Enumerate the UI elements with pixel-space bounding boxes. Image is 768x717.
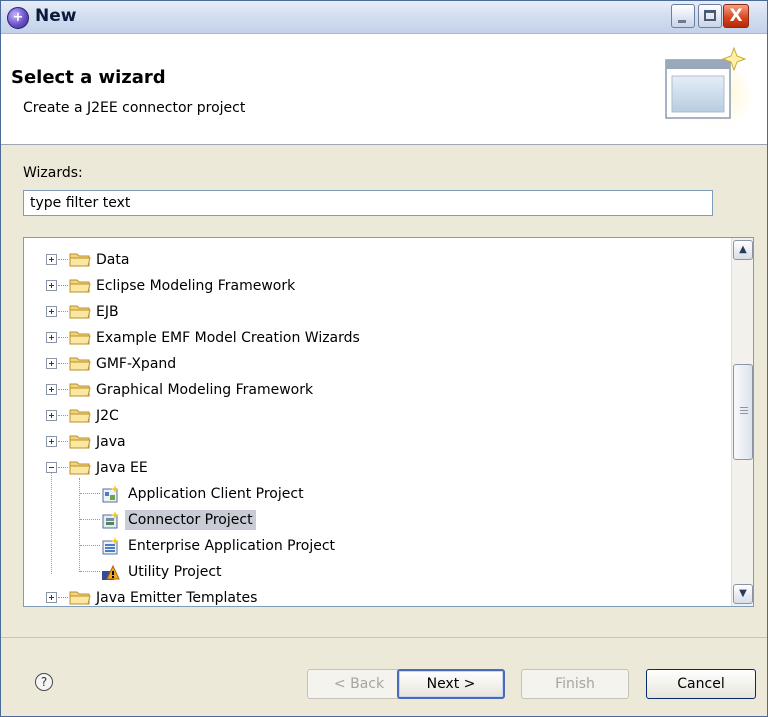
- tree-item-label: Connector Project: [125, 510, 256, 530]
- help-icon[interactable]: ?: [35, 673, 53, 691]
- tree-item-label: Utility Project: [128, 564, 222, 580]
- wizard-tree[interactable]: Data Eclipse Modeling Framework EJB Exam…: [23, 237, 754, 607]
- tree-item-label: Data: [96, 252, 130, 268]
- folder-icon: [69, 253, 91, 267]
- collapse-icon[interactable]: [46, 462, 57, 473]
- close-icon: X: [729, 6, 743, 26]
- tree-item-label: J2C: [96, 408, 119, 424]
- expand-icon[interactable]: [46, 306, 57, 317]
- tree-item-label: Java Emitter Templates: [96, 590, 258, 606]
- connector-project-icon: [102, 511, 119, 529]
- folder-icon: [69, 591, 91, 605]
- title-bar[interactable]: + New X: [1, 1, 767, 34]
- button-bar-separator: [1, 637, 767, 638]
- expand-icon[interactable]: [46, 592, 57, 603]
- scroll-up-button[interactable]: ▲: [733, 240, 753, 260]
- tree-item-example-emf-model-creation-wizards[interactable]: Example EMF Model Creation Wizards: [24, 326, 729, 350]
- tree-item-label: Enterprise Application Project: [128, 538, 336, 554]
- folder-icon: [69, 435, 91, 449]
- expand-icon[interactable]: [46, 384, 57, 395]
- tree-item-data[interactable]: Data: [24, 248, 729, 272]
- expand-icon[interactable]: [46, 436, 57, 447]
- wizard-header: Select a wizard Create a J2EE connector …: [1, 34, 767, 145]
- tree-item-java-ee[interactable]: Java EE: [24, 456, 729, 480]
- tree-item-java-emitter-templates[interactable]: Java Emitter Templates: [24, 586, 729, 606]
- minimize-button[interactable]: [671, 4, 695, 28]
- tree-item-java[interactable]: Java: [24, 430, 729, 454]
- tree-item-label: Graphical Modeling Framework: [96, 382, 314, 398]
- tree-item-label: GMF-Xpand: [96, 356, 177, 372]
- cancel-button[interactable]: Cancel: [646, 669, 756, 699]
- tree-item-label: Java EE: [96, 460, 148, 476]
- expand-icon[interactable]: [46, 410, 57, 421]
- finish-button[interactable]: Finish: [521, 669, 629, 699]
- next-button[interactable]: Next >: [397, 669, 505, 699]
- page-description: Create a J2EE connector project: [23, 100, 246, 116]
- tree-item-label: EJB: [96, 304, 119, 320]
- tree-vertical-scrollbar[interactable]: ▲ ▼: [731, 238, 753, 606]
- tree-item-application-client-project[interactable]: Application Client Project: [24, 482, 729, 506]
- new-wizard-dialog: + New X Select a wizard Create a J2EE co…: [0, 0, 768, 717]
- expand-icon[interactable]: [46, 358, 57, 369]
- back-button[interactable]: < Back: [307, 669, 411, 699]
- scroll-thumb[interactable]: [733, 364, 753, 460]
- grip-icon: [740, 407, 748, 415]
- expand-icon[interactable]: [46, 332, 57, 343]
- tree-item-j2c[interactable]: J2C: [24, 404, 729, 428]
- utility-project-icon: [102, 564, 120, 580]
- expand-icon[interactable]: [46, 280, 57, 291]
- tree-item-label: Eclipse Modeling Framework: [96, 278, 296, 294]
- tree-item-ejb[interactable]: EJB: [24, 300, 729, 324]
- tree-item-label: Application Client Project: [128, 486, 304, 502]
- tree-item-label: Example EMF Model Creation Wizards: [96, 330, 360, 346]
- maximize-button[interactable]: [698, 4, 722, 28]
- minimize-icon: [678, 20, 686, 23]
- window-title: New: [35, 6, 77, 26]
- application-client-project-icon: [102, 485, 119, 503]
- tree-item-enterprise-application-project[interactable]: Enterprise Application Project: [24, 534, 729, 558]
- wizard-filter-input[interactable]: [23, 190, 713, 216]
- close-button[interactable]: X: [723, 4, 749, 28]
- maximize-icon: [704, 10, 716, 21]
- enterprise-application-project-icon: [102, 537, 119, 555]
- expand-icon[interactable]: [46, 254, 57, 265]
- scroll-down-button[interactable]: ▼: [733, 584, 753, 604]
- tree-item-gmf-xpand[interactable]: GMF-Xpand: [24, 352, 729, 376]
- page-title: Select a wizard: [11, 67, 166, 88]
- folder-icon: [69, 279, 91, 293]
- tree-item-graphical-modeling-framework[interactable]: Graphical Modeling Framework: [24, 378, 729, 402]
- open-folder-icon: [69, 461, 91, 475]
- tree-item-connector-project[interactable]: Connector Project: [24, 508, 729, 532]
- folder-icon: [69, 331, 91, 345]
- folder-icon: [69, 305, 91, 319]
- folder-icon: [69, 383, 91, 397]
- folder-icon: [69, 357, 91, 371]
- tree-item-utility-project[interactable]: Utility Project: [24, 560, 729, 584]
- tree-item-label: Java: [96, 434, 126, 450]
- wizards-label: Wizards:: [23, 165, 83, 181]
- tree-item-eclipse-modeling-framework[interactable]: Eclipse Modeling Framework: [24, 274, 729, 298]
- folder-icon: [69, 409, 91, 423]
- eclipse-app-icon: +: [7, 7, 29, 29]
- new-wizard-banner-icon: [665, 46, 750, 130]
